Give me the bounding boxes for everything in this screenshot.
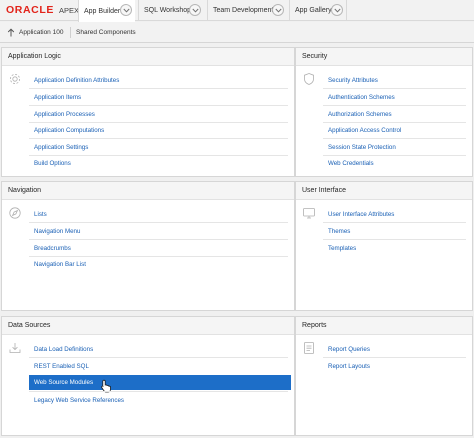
panel-security: Security Security Attributes Authenticat… [295,47,473,177]
divider [323,122,466,123]
link-application-items[interactable]: Application Items [34,94,81,101]
gear-icon [10,74,20,84]
report-icon [304,342,314,354]
link-web-credentials[interactable]: Web Credentials [328,160,374,167]
link-templates[interactable]: Templates [328,245,356,252]
compass-icon [9,207,21,219]
link-report-layouts[interactable]: Report Layouts [328,363,370,370]
link-breadcrumbs[interactable]: Breadcrumbs [34,245,71,252]
divider [29,239,288,240]
link-authorization-schemes[interactable]: Authorization Schemes [328,111,392,118]
link-build-options[interactable]: Build Options [34,160,71,167]
link-session-state-protection[interactable]: Session State Protection [328,144,396,151]
chevron-down-icon[interactable] [272,4,284,16]
panel-title: Navigation [2,182,294,200]
breadcrumb-divider [70,27,71,38]
link-themes[interactable]: Themes [328,228,350,235]
panel-navigation: Navigation Lists Navigation Menu Breadcr… [1,181,295,311]
panel-title: Data Sources [2,317,294,335]
divider [323,222,466,223]
link-application-settings[interactable]: Application Settings [34,144,88,151]
link-user-interface-attributes[interactable]: User Interface Attributes [328,211,394,218]
divider [323,138,466,139]
link-rest-enabled-sql[interactable]: REST Enabled SQL [34,363,89,370]
panel-data-sources: Data Sources Data Load Definitions REST … [1,316,295,436]
divider [323,155,466,156]
tab-team-development[interactable]: Team Development [207,0,287,21]
link-lists[interactable]: Lists [34,211,47,218]
divider [323,357,466,358]
top-navigation-bar: ORACLE APEX App Builder SQL Workshop Tea… [0,0,474,22]
tab-label: App Gallery [295,7,332,14]
chevron-down-icon[interactable] [331,4,343,16]
logo-product: APEX [58,6,79,15]
link-application-access-control[interactable]: Application Access Control [328,127,401,134]
divider [29,138,288,139]
oracle-apex-logo[interactable]: ORACLE APEX [6,4,79,17]
divider [29,256,288,257]
monitor-icon [303,208,315,219]
divider [29,391,288,392]
link-legacy-web-service-references[interactable]: Legacy Web Service References [34,397,124,404]
divider [323,105,466,106]
tab-sql-workshop[interactable]: SQL Workshop [138,0,204,21]
link-navigation-menu[interactable]: Navigation Menu [34,228,80,235]
link-security-attributes[interactable]: Security Attributes [328,77,378,84]
shield-icon [304,73,314,85]
divider [29,357,288,358]
logo-brand: ORACLE [6,4,54,16]
panel-application-logic: Application Logic Application Definition… [1,47,295,177]
arrow-up-icon[interactable] [7,28,15,37]
link-report-queries[interactable]: Report Queries [328,346,370,353]
tab-label: Team Development [213,7,274,14]
divider [323,88,466,89]
panel-title: Security [296,48,472,66]
link-application-definition-attributes[interactable]: Application Definition Attributes [34,77,119,84]
panel-title: User Interface [296,182,472,200]
link-web-source-modules[interactable]: Web Source Modules [34,379,93,386]
divider [29,155,288,156]
tab-app-builder[interactable]: App Builder [78,0,135,22]
download-icon [9,343,21,353]
link-navigation-bar-list[interactable]: Navigation Bar List [34,261,86,268]
divider [29,122,288,123]
link-application-computations[interactable]: Application Computations [34,127,104,134]
tab-app-gallery[interactable]: App Gallery [289,0,347,21]
link-authentication-schemes[interactable]: Authentication Schemes [328,94,395,101]
link-application-processes[interactable]: Application Processes [34,111,95,118]
panel-reports: Reports Report Queries Report Layouts [295,316,473,436]
panel-title: Reports [296,317,472,335]
divider [29,105,288,106]
divider [29,222,288,223]
panel-user-interface: User Interface User Interface Attributes… [295,181,473,311]
divider [29,88,288,89]
breadcrumb-item-current: Shared Components [76,29,136,36]
tab-label: SQL Workshop [144,7,192,14]
chevron-down-icon[interactable] [189,4,201,16]
divider [323,239,466,240]
tab-label: App Builder [84,7,121,15]
breadcrumb-item-application[interactable]: Application 100 [19,29,63,36]
panel-title: Application Logic [2,48,294,66]
link-data-load-definitions[interactable]: Data Load Definitions [34,346,93,353]
chevron-down-icon[interactable] [120,4,132,16]
breadcrumb: Application 100 Shared Components [0,22,474,43]
